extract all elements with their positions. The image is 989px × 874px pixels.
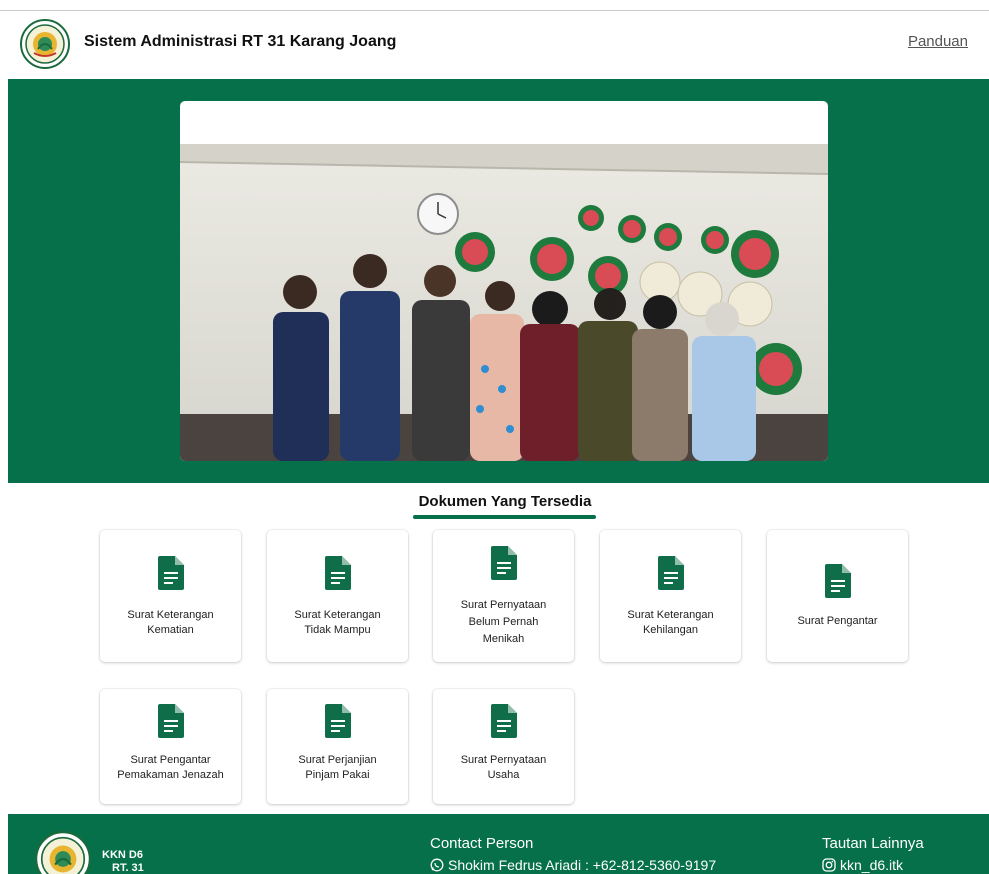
document-icon [491,704,517,738]
instagram-icon [822,858,836,872]
hero-image-card [180,101,828,461]
group-photo [180,144,828,461]
guide-link[interactable]: Panduan [908,33,968,50]
document-label: Surat Pernyataan Belum Pernah Menikah [460,599,547,645]
document-icon [158,704,184,738]
document-card-surat-pengantar[interactable]: Surat Pengantar [767,530,908,662]
contact-heading: Contact Person [430,835,534,852]
site-footer: KKN D6 RT. 31 Contact Person Shokim Fedru… [8,814,989,874]
document-card-surat-pernyataan-usaha[interactable]: Surat Pernyataan Usaha [433,689,574,804]
footer-logo [35,831,91,874]
hero-banner [8,79,989,483]
whatsapp-icon [430,858,444,872]
document-card-surat-pengantar-pemakaman-jenazah[interactable]: Surat Pengantar Pemakaman Jenazah [100,689,241,804]
links-heading: Tautan Lainnya [822,835,924,852]
document-card-surat-keterangan-tidak-mampu[interactable]: Surat Keterangan Tidak Mampu [267,530,408,662]
document-label: Surat Perjanjian Pinjam Pakai [298,754,377,781]
organization-logo [20,19,70,69]
document-icon [825,564,851,598]
instagram-link[interactable]: kkn_d6.itk [822,857,903,873]
contact-person[interactable]: Shokim Fedrus Ariadi : +62-812-5360-9197 [430,857,716,873]
documents-heading-underline [413,515,596,519]
document-card-surat-keterangan-kehilangan[interactable]: Surat Keterangan Kehilangan [600,530,741,662]
document-icon [158,556,184,590]
document-icon [491,546,517,580]
document-icon [325,556,351,590]
document-card-surat-pernyataan-belum-pernah-menikah[interactable]: Surat Pernyataan Belum Pernah Menikah [433,530,574,662]
document-label: Surat Keterangan Kehilangan [627,609,714,636]
document-icon [658,556,684,590]
document-label: Surat Pernyataan Usaha [460,754,547,781]
document-icon [325,704,351,738]
document-label: Surat Keterangan Kematian [127,609,214,636]
footer-org-name: KKN D6 RT. 31 [102,849,144,874]
site-title: Sistem Administrasi RT 31 Karang Joang [84,33,397,50]
document-label: Surat Pengantar [797,615,878,627]
document-label: Surat Keterangan Tidak Mampu [294,609,381,636]
navbar: Sistem Administrasi RT 31 Karang Joang P… [0,11,989,79]
document-label: Surat Pengantar Pemakaman Jenazah [117,754,224,781]
documents-heading: Dokumen Yang Tersedia [418,493,592,510]
document-card-surat-perjanjian-pinjam-pakai[interactable]: Surat Perjanjian Pinjam Pakai [267,689,408,804]
document-card-surat-keterangan-kematian[interactable]: Surat Keterangan Kematian [100,530,241,662]
